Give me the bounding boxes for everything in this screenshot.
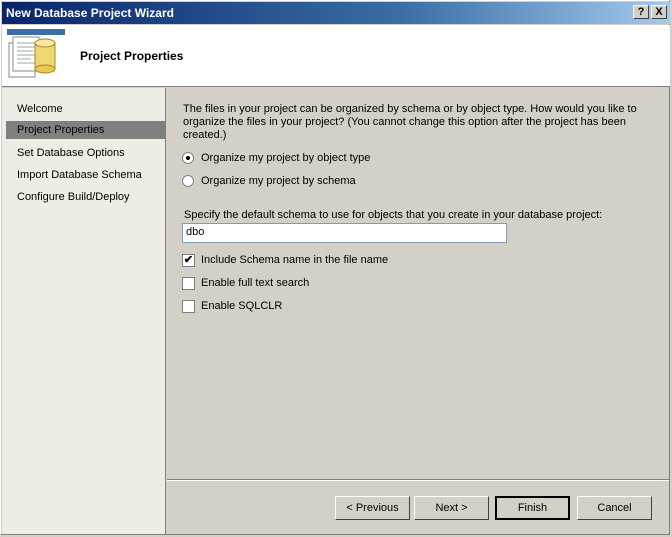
wizard-header: Project Properties xyxy=(2,25,670,87)
next-button[interactable]: Next > xyxy=(414,496,489,520)
checkbox-sqlclr-label: Enable SQLCLR xyxy=(201,300,283,312)
checkbox-include-schema-name-label: Include Schema name in the file name xyxy=(201,254,389,266)
window-title: New Database Project Wizard xyxy=(6,6,174,20)
footer-divider-highlight xyxy=(167,480,669,481)
wizard-content: The files in your project can be organiz… xyxy=(167,88,669,478)
checkbox-include-schema-name-box[interactable]: ✔ xyxy=(182,254,195,267)
organization-description: The files in your project can be organiz… xyxy=(183,103,637,141)
default-schema-label: Specify the default schema to use for ob… xyxy=(184,209,603,221)
radio-object-type-button[interactable] xyxy=(182,152,194,164)
nav-item-set-database-options[interactable]: Set Database Options xyxy=(6,144,165,162)
page-title: Project Properties xyxy=(80,49,184,63)
previous-button[interactable]: < Previous xyxy=(335,496,410,520)
checkbox-full-text-search-label: Enable full text search xyxy=(201,277,310,289)
nav-item-welcome[interactable]: Welcome xyxy=(6,100,165,118)
finish-button[interactable]: Finish xyxy=(495,496,570,520)
nav-item-project-properties[interactable]: Project Properties xyxy=(6,121,165,139)
checkbox-full-text-search-box[interactable] xyxy=(182,277,195,290)
database-project-icon xyxy=(7,29,65,78)
nav-item-configure-build-deploy[interactable]: Configure Build/Deploy xyxy=(6,188,165,206)
default-schema-input[interactable]: dbo xyxy=(182,223,507,243)
checkbox-sqlclr-box[interactable] xyxy=(182,300,195,313)
help-button[interactable]: ? xyxy=(633,5,649,19)
wizard-window: New Database Project Wizard ? X Project … xyxy=(0,0,670,535)
radio-object-type-label: Organize my project by object type xyxy=(201,152,371,164)
radio-schema-label: Organize my project by schema xyxy=(201,175,356,187)
wizard-nav: Welcome Project Properties Set Database … xyxy=(2,88,166,534)
radio-schema-button[interactable] xyxy=(182,175,194,187)
cancel-button[interactable]: Cancel xyxy=(577,496,652,520)
nav-item-import-database-schema[interactable]: Import Database Schema xyxy=(6,166,165,184)
close-button[interactable]: X xyxy=(651,5,667,19)
title-bar: New Database Project Wizard ? X xyxy=(2,2,670,24)
